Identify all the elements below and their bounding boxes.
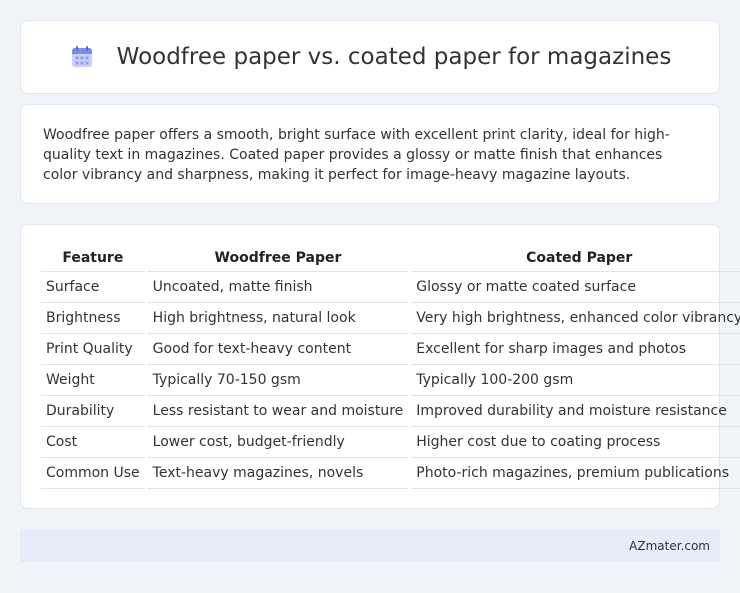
table-row: Brightness High brightness, natural look… bbox=[41, 303, 740, 334]
table-header-row: Feature Woodfree Paper Coated Paper bbox=[41, 245, 740, 272]
table-cell-feature: Cost bbox=[41, 427, 145, 458]
column-header-coated: Coated Paper bbox=[411, 245, 740, 272]
title-card: Woodfree paper vs. coated paper for maga… bbox=[20, 20, 720, 94]
column-header-woodfree: Woodfree Paper bbox=[147, 245, 409, 272]
table-cell-woodfree: High brightness, natural look bbox=[147, 303, 409, 334]
calendar-icon bbox=[69, 44, 95, 70]
table-cell-coated: Glossy or matte coated surface bbox=[411, 272, 740, 303]
table-cell-woodfree: Good for text-heavy content bbox=[147, 334, 409, 365]
table-cell-coated: Higher cost due to coating process bbox=[411, 427, 740, 458]
column-header-feature: Feature bbox=[41, 245, 145, 272]
table-cell-woodfree: Lower cost, budget-friendly bbox=[147, 427, 409, 458]
comparison-table: Feature Woodfree Paper Coated Paper Surf… bbox=[38, 245, 740, 489]
table-cell-feature: Print Quality bbox=[41, 334, 145, 365]
page-title: Woodfree paper vs. coated paper for maga… bbox=[116, 44, 672, 70]
table-cell-woodfree: Less resistant to wear and moisture bbox=[147, 396, 409, 427]
footer-site-link[interactable]: AZmater.com bbox=[629, 539, 710, 553]
table-row: Surface Uncoated, matte finish Glossy or… bbox=[41, 272, 740, 303]
intro-card: Woodfree paper offers a smooth, bright s… bbox=[20, 104, 720, 204]
table-row: Common Use Text-heavy magazines, novels … bbox=[41, 458, 740, 489]
table-cell-woodfree: Text-heavy magazines, novels bbox=[147, 458, 409, 489]
table-cell-woodfree: Typically 70-150 gsm bbox=[147, 365, 409, 396]
table-row: Weight Typically 70-150 gsm Typically 10… bbox=[41, 365, 740, 396]
table-cell-feature: Durability bbox=[41, 396, 145, 427]
table-row: Cost Lower cost, budget-friendly Higher … bbox=[41, 427, 740, 458]
table-cell-coated: Excellent for sharp images and photos bbox=[411, 334, 740, 365]
table-cell-feature: Common Use bbox=[41, 458, 145, 489]
table-cell-feature: Surface bbox=[41, 272, 145, 303]
table-cell-feature: Brightness bbox=[41, 303, 145, 334]
comparison-card: Feature Woodfree Paper Coated Paper Surf… bbox=[20, 224, 740, 509]
footer-bar: AZmater.com bbox=[20, 529, 720, 562]
table-cell-coated: Very high brightness, enhanced color vib… bbox=[411, 303, 740, 334]
table-cell-feature: Weight bbox=[41, 365, 145, 396]
intro-text: Woodfree paper offers a smooth, bright s… bbox=[43, 127, 670, 183]
table-cell-coated: Photo-rich magazines, premium publicatio… bbox=[411, 458, 740, 489]
table-cell-woodfree: Uncoated, matte finish bbox=[147, 272, 409, 303]
table-cell-coated: Typically 100-200 gsm bbox=[411, 365, 740, 396]
table-row: Print Quality Good for text-heavy conten… bbox=[41, 334, 740, 365]
table-cell-coated: Improved durability and moisture resista… bbox=[411, 396, 740, 427]
table-row: Durability Less resistant to wear and mo… bbox=[41, 396, 740, 427]
